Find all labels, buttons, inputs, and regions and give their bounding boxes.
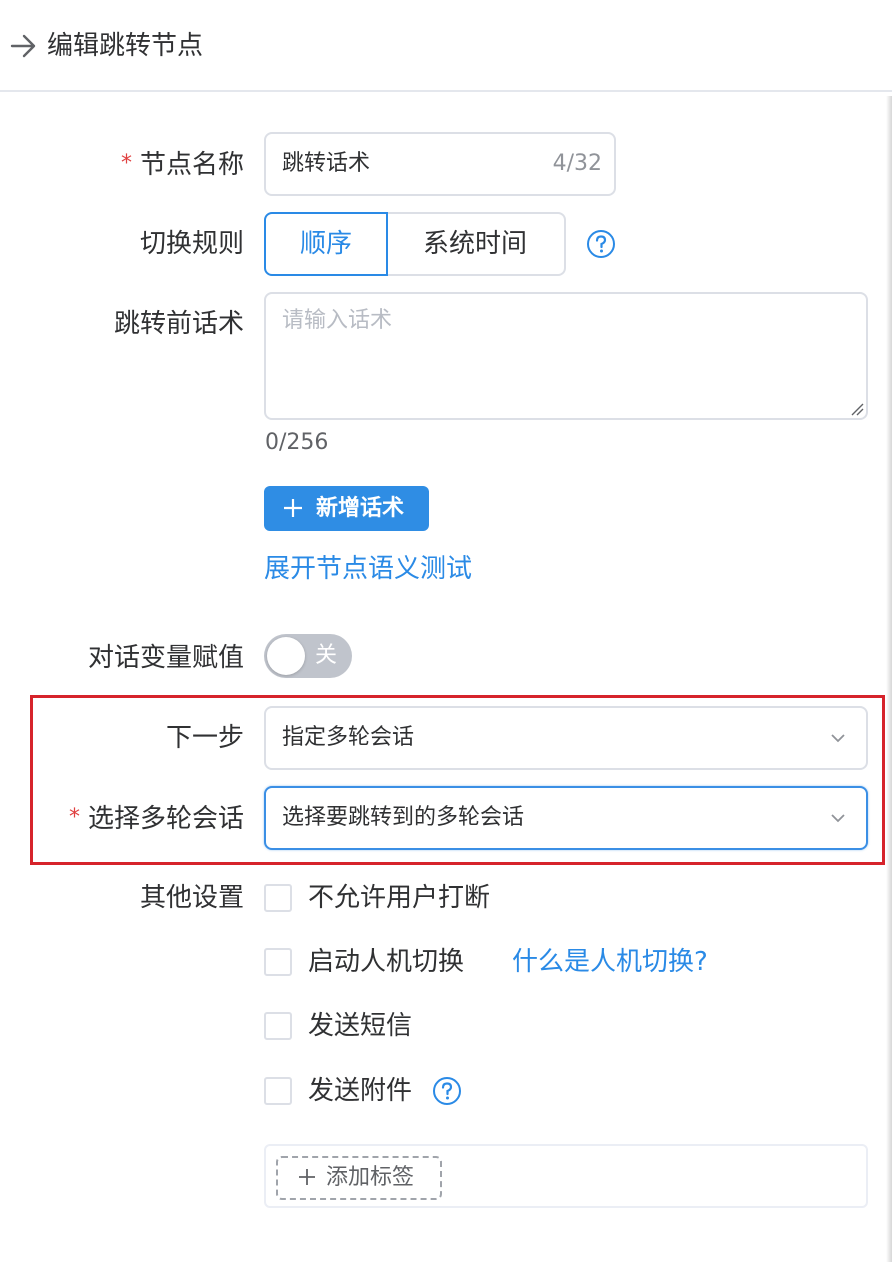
toggle-state-text: 关 [315, 643, 338, 668]
node-name-counter: 4/32 [552, 151, 602, 176]
switch-rule-label: 切换规则 [139, 229, 244, 259]
chevron-down-icon [831, 734, 845, 743]
checkbox-send-attachment[interactable] [264, 1077, 292, 1105]
add-speech-button-label: 新增话术 [316, 496, 405, 521]
tag-area: 添加标签 [264, 1144, 868, 1208]
send-attachment-label[interactable]: 发送附件 [308, 1073, 412, 1109]
node-name-label-text: 节点名称 [139, 150, 244, 180]
select-multi-label-text: 选择多轮会话 [87, 804, 244, 834]
other-settings-label: 其他设置 [139, 883, 244, 913]
checkbox-send-sms[interactable] [264, 1012, 292, 1040]
pre-jump-speech-label: 跳转前话术 [113, 309, 244, 339]
add-speech-button[interactable]: 新增话术 [264, 486, 429, 531]
what-is-handoff-link[interactable]: 什么是人机切换? [512, 944, 708, 980]
human-handoff-label[interactable]: 启动人机切换 [308, 944, 464, 980]
no-interrupt-label[interactable]: 不允许用户打断 [308, 880, 490, 916]
page-header: 编辑跳转节点 [0, 0, 892, 92]
multi-round-session-placeholder: 选择要跳转到的多轮会话 [282, 805, 525, 830]
checkbox-no-interrupt[interactable] [264, 884, 292, 912]
expand-semantic-test-link[interactable]: 展开节点语义测试 [264, 551, 472, 587]
required-mark: * [120, 151, 132, 176]
panel-edge-shadow [886, 96, 892, 1262]
next-step-value: 指定多轮会话 [282, 725, 415, 750]
node-name-label: * 节点名称 [121, 146, 244, 183]
pre-jump-speech-placeholder: 请输入话术 [282, 308, 393, 333]
required-mark: * [68, 805, 80, 830]
rule-option-system-time[interactable]: 系统时间 [386, 212, 566, 276]
node-name-input[interactable]: 跳转话术 4/32 [264, 132, 616, 196]
add-tag-label: 添加标签 [326, 1165, 415, 1190]
rule-option-sequence[interactable]: 顺序 [264, 212, 388, 276]
resize-handle-icon[interactable] [848, 400, 864, 416]
question-circle-icon[interactable] [586, 229, 616, 259]
speech-counter: 0/256 [265, 430, 329, 455]
page-title: 编辑跳转节点 [47, 31, 204, 61]
dialog-variable-toggle[interactable]: 关 [264, 634, 352, 678]
next-step-select[interactable]: 指定多轮会话 [264, 706, 868, 770]
multi-round-session-select[interactable]: 选择要跳转到的多轮会话 [264, 786, 868, 850]
plus-icon [299, 1169, 315, 1185]
chevron-down-icon [831, 814, 845, 823]
checkbox-human-handoff[interactable] [264, 948, 292, 976]
dialog-variable-label: 对话变量赋值 [87, 643, 244, 673]
add-tag-button[interactable]: 添加标签 [276, 1156, 442, 1200]
node-name-value: 跳转话术 [282, 151, 371, 176]
select-multi-label: * 选择多轮会话 [69, 800, 244, 837]
pre-jump-speech-textarea[interactable]: 请输入话术 [264, 292, 868, 420]
toggle-knob [267, 637, 305, 675]
plus-icon [284, 499, 302, 517]
arrow-right-icon[interactable] [10, 33, 38, 59]
question-circle-icon[interactable] [432, 1076, 462, 1106]
send-sms-label[interactable]: 发送短信 [308, 1008, 412, 1044]
next-step-label: 下一步 [165, 723, 244, 753]
